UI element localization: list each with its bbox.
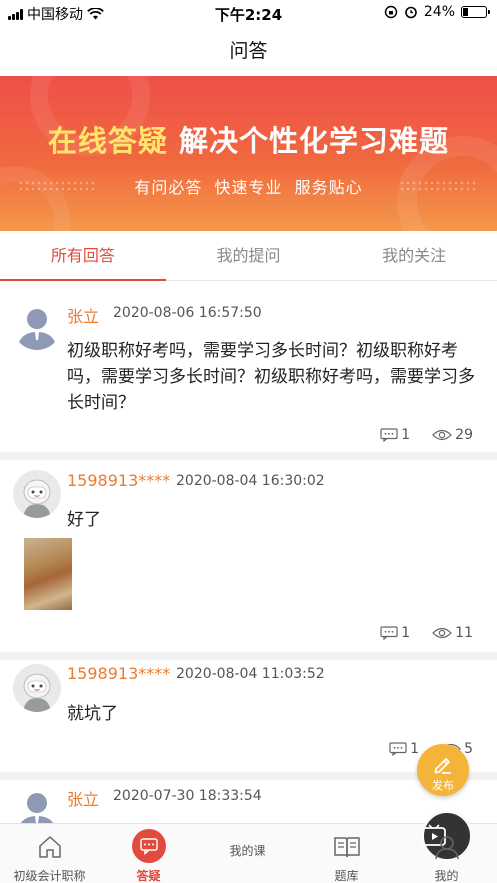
robot-avatar-icon [23,479,51,518]
post-time: 2020-08-04 11:03:52 [176,666,325,682]
bottom-tab-bar: 初级会计职称 答疑 我的课 题库 我的 [0,810,497,883]
post-time: 2020-08-06 16:57:50 [113,305,262,321]
post-username[interactable]: 张立 [67,303,99,327]
banner-title: 在线答疑 解决个性化学习难题 [0,118,497,160]
post-stats: 1 29 [362,427,473,443]
post-content[interactable]: 就坑了 [67,701,487,727]
comment-icon [380,428,398,442]
banner-title-highlight: 在线答疑 [47,124,168,158]
avatar[interactable] [13,786,61,823]
tab-all-answers[interactable]: 所有回答 [0,231,166,281]
list-item[interactable]: 1598913**** 2020-08-04 16:30:02 好了 1 11 [0,460,497,652]
post-image-thumbnail[interactable] [24,538,72,610]
tab-my-questions[interactable]: 我的提问 [166,231,332,280]
page-title: 问答 [229,40,268,62]
status-bar: 中国移动 下午2:24 24% [0,0,497,26]
post-time: 2020-07-30 18:33:54 [113,788,262,804]
robot-avatar-icon [23,673,51,712]
divider [0,652,497,660]
rotation-lock-icon [384,5,398,19]
post-username[interactable]: 张立 [67,786,99,810]
tabbar-item-question-bank[interactable]: 题库 [297,824,396,883]
eye-icon [432,627,453,639]
post-content[interactable]: 初级职称好考吗，需要学习多长时间？初级职称好考吗，需要学习多长时间？初级职称好考… [67,338,487,416]
status-right: 24% [384,4,490,20]
default-avatar-icon [20,793,54,823]
answer-tabs: 所有回答 我的提问 我的关注 [0,231,497,281]
list-item[interactable]: 张立 2020-08-06 16:57:50 初级职称好考吗，需要学习多长时间？… [0,282,497,452]
book-icon [333,837,360,858]
alarm-icon [405,6,417,19]
battery-percent: 24% [423,4,455,20]
eye-icon [432,429,453,441]
view-count: 29 [432,427,473,443]
tabbar-item-home[interactable]: 初级会计职称 [0,824,99,883]
user-icon [434,836,459,860]
pencil-icon [434,758,451,774]
home-icon [38,836,61,858]
divider [0,452,497,460]
publish-label: 发布 [432,779,454,792]
battery-icon [461,6,490,18]
comment-count[interactable]: 1 [389,741,419,757]
comment-icon [389,742,407,756]
tabbar-item-profile[interactable]: 我的 [396,824,497,883]
avatar[interactable] [13,470,61,518]
banner-subtitle: 有问必答 快速专业 服务贴心 [134,178,363,197]
post-username[interactable]: 1598913**** [67,471,170,490]
view-count: 11 [432,625,473,641]
post-content[interactable]: 好了 [67,507,487,533]
default-avatar-icon [17,309,57,350]
post-username[interactable]: 1598913**** [67,664,170,683]
post-time: 2020-08-04 16:30:02 [176,473,325,489]
avatar[interactable] [13,302,61,350]
banner-title-rest: 解决个性化学习难题 [179,124,450,158]
chat-icon [131,829,166,863]
tab-my-follows[interactable]: 我的关注 [331,231,497,280]
comment-count[interactable]: 1 [380,427,410,443]
publish-button[interactable]: 发布 [417,744,469,796]
comment-count[interactable]: 1 [380,625,410,641]
tabbar-item-my-courses[interactable]: 我的课 [198,810,473,883]
comment-icon [380,626,398,640]
post-stats: 1 11 [362,625,473,641]
tabbar-item-qa[interactable]: 答疑 [99,824,198,883]
avatar[interactable] [13,664,61,712]
banner[interactable]: 在线答疑 解决个性化学习难题 有问必答 快速专业 服务贴心 [0,76,497,231]
